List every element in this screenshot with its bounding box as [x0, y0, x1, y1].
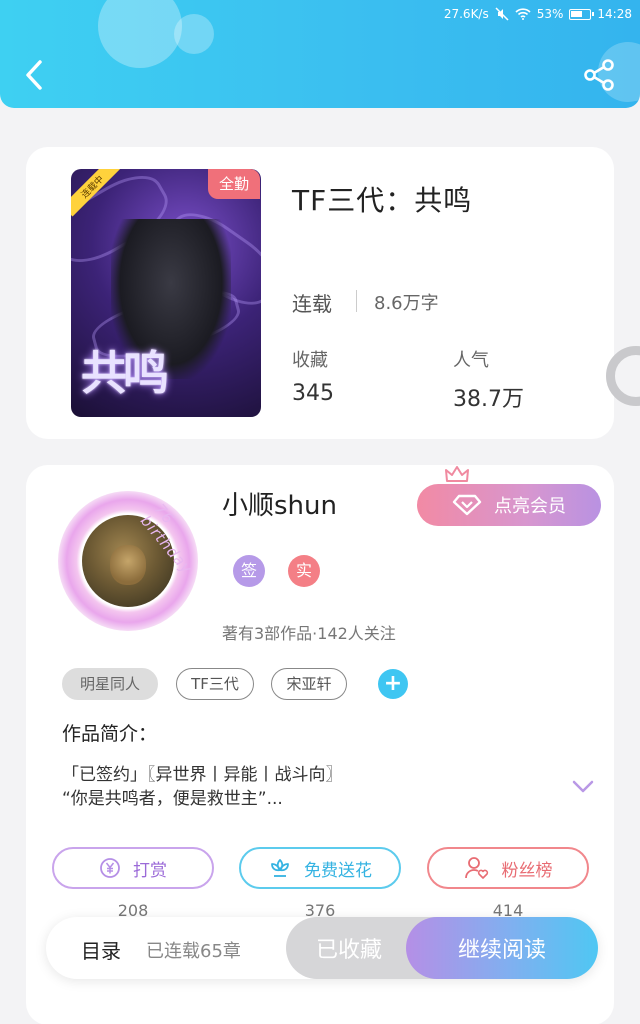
- cover-title-art: 共鸣: [81, 346, 169, 400]
- fan-user-icon: [464, 857, 488, 879]
- battery-percent: 53%: [536, 7, 564, 21]
- continue-reading-label: 继续阅读: [457, 938, 546, 963]
- mute-icon: [495, 7, 509, 21]
- author-name[interactable]: 小顺shun: [222, 485, 337, 522]
- toc-button[interactable]: 目录: [81, 935, 121, 964]
- vip-button-label: 点亮会员: [494, 496, 566, 517]
- wifi-icon: [515, 8, 531, 20]
- bottom-action-bar: 目录 已连载65章 已收藏 继续阅读: [46, 917, 598, 979]
- full-attendance-badge: 全勤: [208, 169, 260, 199]
- book-word-count: 8.6万字: [374, 293, 439, 314]
- add-tag-button[interactable]: +: [378, 669, 408, 699]
- diamond-icon: [452, 494, 482, 516]
- battery-icon: [569, 8, 595, 20]
- crown-icon: [445, 466, 469, 482]
- flower-icon: [271, 859, 289, 877]
- reward-button[interactable]: 打赏: [52, 847, 214, 889]
- reward-label: 打赏: [133, 860, 167, 881]
- network-speed: 27.6K/s: [443, 7, 489, 21]
- status-bar: 27.6K/s 53% 14:28: [444, 5, 632, 23]
- book-cover[interactable]: 连载中 共鸣: [71, 169, 261, 417]
- activate-vip-button[interactable]: 点亮会员: [417, 484, 601, 526]
- decor-bubble: [174, 14, 214, 54]
- decor-bubble: [98, 0, 182, 68]
- flower-label: 免费送花: [304, 860, 372, 881]
- book-title: TF三代：共鸣: [292, 184, 473, 217]
- intro-line-2: “你是共鸣者，便是救世主”...: [62, 789, 283, 809]
- favorites-label: 收藏: [292, 350, 328, 371]
- chapter-count[interactable]: 已连载65章: [146, 937, 241, 963]
- send-flower-button[interactable]: 免费送花: [239, 847, 401, 889]
- back-arrow-icon[interactable]: [20, 56, 50, 94]
- clock: 14:28: [597, 7, 632, 21]
- intro-text[interactable]: 「已签约」〖异世界丨异能丨战斗向〗 “你是共鸣者，便是救世主”...: [62, 763, 562, 811]
- book-info-card: 连载中 共鸣 全勤 TF三代：共鸣 连载 8.6万字 收藏 345 人气 38.…: [26, 147, 614, 439]
- yuan-coin-icon: [100, 858, 120, 878]
- signed-author-badge: 签: [233, 555, 265, 587]
- author-stats: 著有3部作品·142人关注: [222, 624, 396, 643]
- author-avatar-frame[interactable]: 76 birthday: [58, 491, 198, 631]
- divider: [356, 290, 357, 312]
- fans-label: 粉丝榜: [501, 860, 553, 881]
- tag-song-yaxuan[interactable]: 宋亚轩: [271, 668, 347, 700]
- intro-label: 作品简介：: [62, 723, 158, 745]
- tag-tf3[interactable]: TF三代: [176, 668, 254, 700]
- chevron-down-icon[interactable]: [572, 780, 594, 794]
- popularity-value: 38.7万: [453, 387, 524, 412]
- tag-star-fanfic[interactable]: 明星同人: [62, 668, 158, 700]
- intro-line-1: 「已签约」〖异世界丨异能丨战斗向〗: [62, 765, 343, 785]
- continue-reading-button[interactable]: 继续阅读: [406, 917, 598, 979]
- share-icon[interactable]: [582, 58, 616, 92]
- favorites-value: 345: [292, 381, 334, 406]
- top-header: 27.6K/s 53% 14:28: [0, 0, 640, 108]
- verified-badge: 实: [288, 555, 320, 587]
- popularity-label: 人气: [453, 350, 489, 371]
- book-status: 连载: [292, 292, 332, 316]
- collected-label: 已收藏: [315, 938, 382, 963]
- fans-rank-button[interactable]: 粉丝榜: [427, 847, 589, 889]
